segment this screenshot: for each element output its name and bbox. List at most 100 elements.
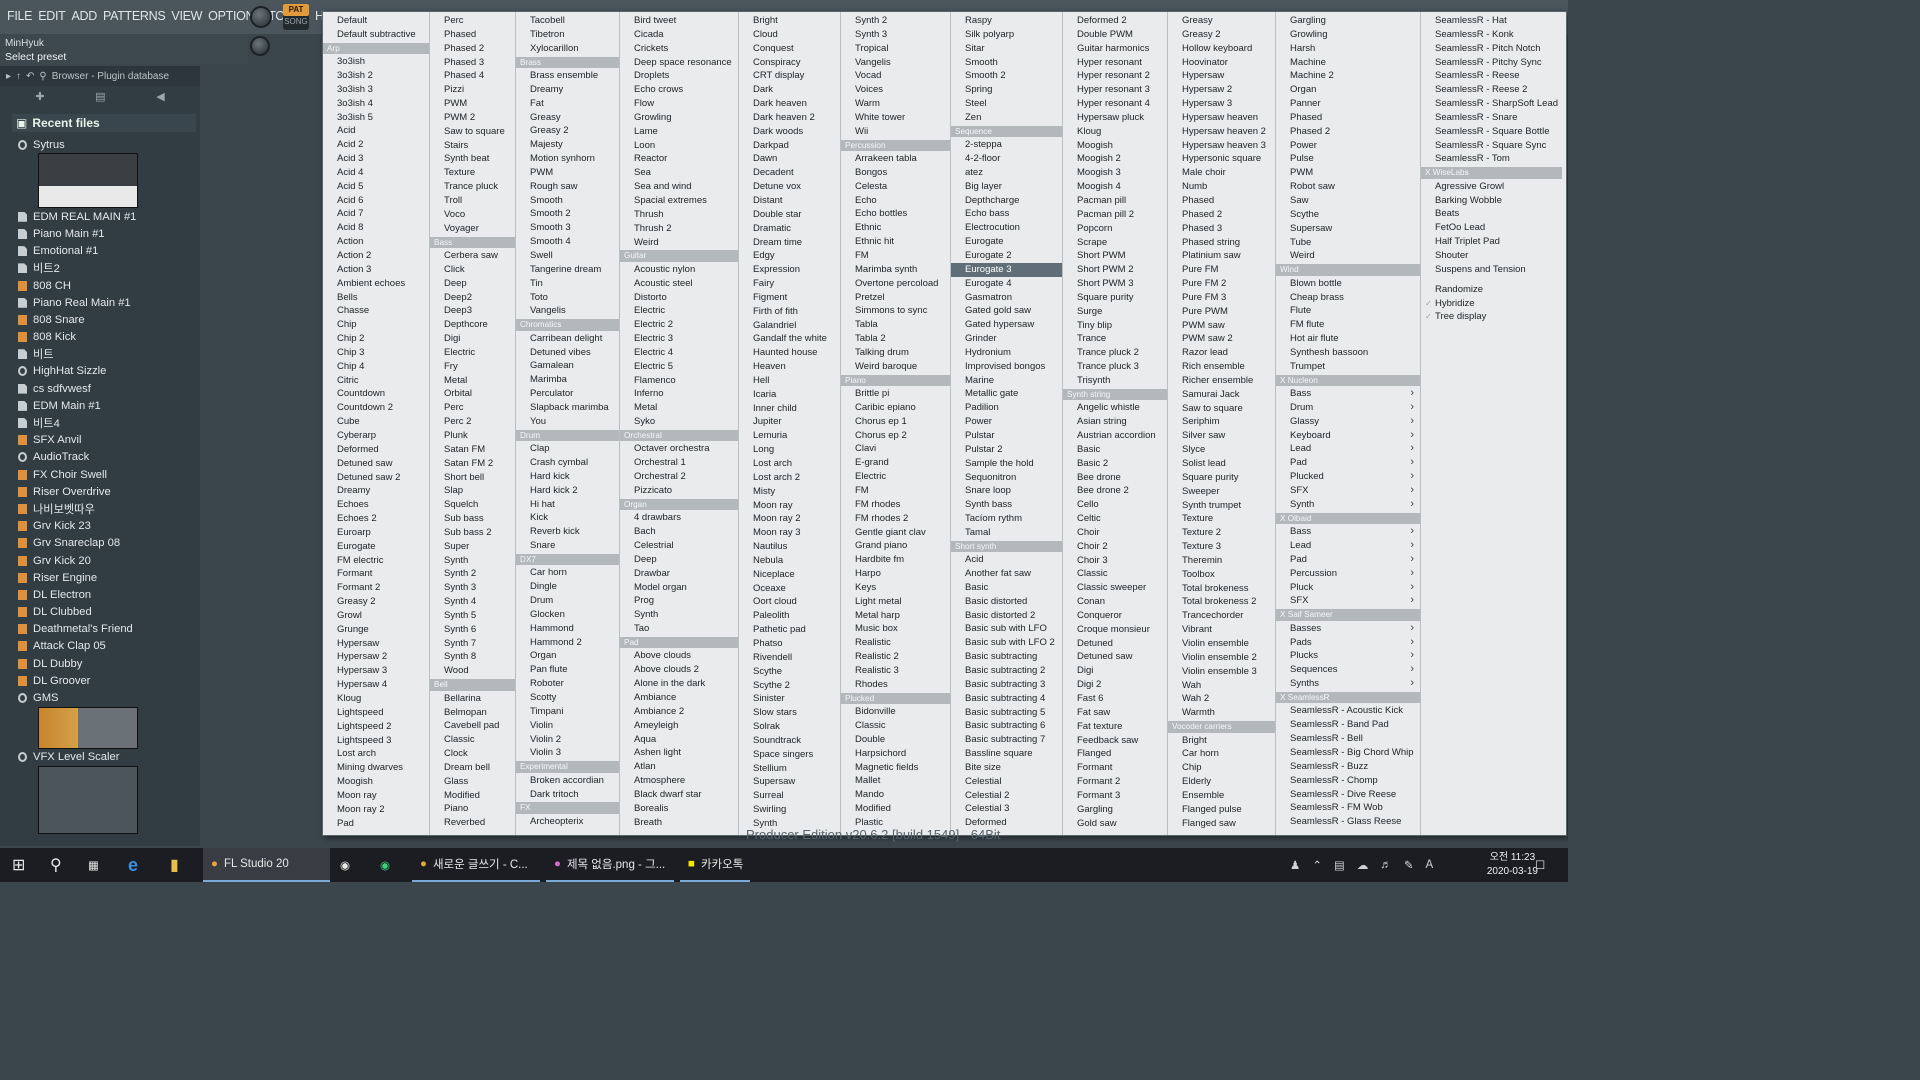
preset-menu-item[interactable]: Gated gold saw: [951, 304, 1062, 318]
preset-menu-item[interactable]: Moon ray 2: [323, 803, 429, 817]
preset-menu-item[interactable]: Greasy: [516, 111, 619, 125]
preset-submenu-item[interactable]: Pad: [1276, 456, 1420, 470]
preset-menu-item[interactable]: Majesty: [516, 138, 619, 152]
preset-menu-item[interactable]: Black dwarf star: [620, 788, 738, 802]
preset-menu-item[interactable]: 4 drawbars: [620, 511, 738, 525]
preset-menu-item[interactable]: Trance pluck 3: [1063, 360, 1167, 374]
preset-menu-item[interactable]: Hypersaw: [323, 637, 429, 651]
preset-menu-item[interactable]: Fat: [516, 97, 619, 111]
steam-button[interactable]: ◉: [340, 848, 350, 882]
preset-menu-item[interactable]: Galandriel: [739, 319, 840, 333]
preset-menu-item[interactable]: Electric 2: [620, 318, 738, 332]
preset-menu-item[interactable]: Pure FM 3: [1168, 291, 1275, 305]
preset-menu-item[interactable]: Tao: [620, 622, 738, 636]
preset-menu-item[interactable]: Acid 2: [323, 138, 429, 152]
preset-menu-item[interactable]: Caribic epiano: [841, 401, 950, 415]
preset-menu-item[interactable]: Flute: [1276, 304, 1420, 318]
preset-menu-item[interactable]: Beats: [1421, 207, 1562, 221]
preset-menu-item[interactable]: SeamlessR - Big Chord Whip: [1276, 746, 1420, 760]
start-button[interactable]: ⊞: [12, 848, 25, 882]
preset-menu-item[interactable]: Satan FM 2: [430, 457, 515, 471]
preset-menu-item[interactable]: Phased 4: [430, 69, 515, 83]
preset-menu-item[interactable]: Model organ: [620, 581, 738, 595]
preset-menu-item[interactable]: Firth of fith: [739, 305, 840, 319]
preset-menu-item[interactable]: Modified: [841, 802, 950, 816]
preset-menu-item[interactable]: Double: [841, 733, 950, 747]
preset-menu-item[interactable]: Saw to square: [430, 125, 515, 139]
preset-menu-item[interactable]: Broken accordian: [516, 774, 619, 788]
preset-menu-item[interactable]: Harsh: [1276, 42, 1420, 56]
preset-menu-item[interactable]: Pulstar 2: [951, 443, 1062, 457]
preset-menu-item[interactable]: Magnetic fields: [841, 761, 950, 775]
preset-menu-item[interactable]: Figment: [739, 291, 840, 305]
preset-menu-item[interactable]: Synth 6: [430, 623, 515, 637]
preset-menu-item[interactable]: Tropical: [841, 42, 950, 56]
preset-menu-item[interactable]: Distant: [739, 194, 840, 208]
preset-menu-item[interactable]: Basic subtracting 5: [951, 706, 1062, 720]
preset-menu-item[interactable]: SeamlessR - Glass Reese: [1276, 815, 1420, 829]
preset-menu-item[interactable]: Flanged pulse: [1168, 803, 1275, 817]
preset-menu-item[interactable]: Light metal: [841, 595, 950, 609]
preset-menu-item[interactable]: Violin: [516, 719, 619, 733]
preset-menu-item[interactable]: Cube: [323, 415, 429, 429]
preset-menu-item[interactable]: Mallet: [841, 774, 950, 788]
preset-menu-item[interactable]: Dingle: [516, 580, 619, 594]
preset-menu-item[interactable]: Lost arch: [323, 747, 429, 761]
preset-menu-item[interactable]: Perc: [430, 401, 515, 415]
preset-menu-item[interactable]: Digi: [1063, 664, 1167, 678]
preset-menu-item[interactable]: Trancechorder: [1168, 609, 1275, 623]
recent-file-item[interactable]: 808 CH: [0, 277, 200, 294]
preset-menu-item[interactable]: Short PWM 2: [1063, 263, 1167, 277]
taskbar-app-paint[interactable]: ● 제목 없음.png - 그...: [546, 848, 674, 882]
preset-menu-item[interactable]: Basic: [951, 581, 1062, 595]
preset-menu-item[interactable]: Xylocarillon: [516, 42, 619, 56]
preset-menu-item[interactable]: Scythe: [739, 665, 840, 679]
preset-menu-item[interactable]: PWM: [1276, 166, 1420, 180]
preset-menu-item[interactable]: SeamlessR - Square Bottle: [1421, 125, 1562, 139]
preset-menu-item[interactable]: Classic: [841, 719, 950, 733]
preset-menu-item[interactable]: Pure PWM: [1168, 305, 1275, 319]
preset-submenu-item[interactable]: Synths: [1276, 677, 1420, 691]
preset-menu-item[interactable]: Popcorn: [1063, 222, 1167, 236]
preset-menu-item[interactable]: Inner child: [739, 402, 840, 416]
preset-menu-item[interactable]: Marine: [951, 374, 1062, 388]
preset-menu-item[interactable]: Reverb kick: [516, 525, 619, 539]
recent-file-item[interactable]: EDM REAL MAIN #1: [0, 208, 200, 225]
preset-menu-item[interactable]: Swirling: [739, 803, 840, 817]
preset-menu-item[interactable]: Greasy 2: [1168, 28, 1275, 42]
preset-menu-item[interactable]: Ambiance: [620, 691, 738, 705]
preset-submenu-item[interactable]: Sequences: [1276, 663, 1420, 677]
preset-menu-item[interactable]: Tibetron: [516, 28, 619, 42]
preset-menu-item[interactable]: Organ: [516, 649, 619, 663]
preset-menu-item[interactable]: Detuned: [1063, 637, 1167, 651]
taskbar-app-kakaotalk[interactable]: ■ 카카오톡: [680, 848, 750, 882]
preset-menu-item[interactable]: Trumpet: [1276, 360, 1420, 374]
preset-menu-item[interactable]: Square purity: [1168, 471, 1275, 485]
network-icon[interactable]: ▤: [1334, 858, 1345, 872]
preset-menu-item[interactable]: SeamlessR - Acoustic Kick: [1276, 704, 1420, 718]
chevron-up-icon[interactable]: ⌃: [1312, 858, 1322, 872]
preset-menu-item[interactable]: Cello: [1063, 498, 1167, 512]
preset-menu-item[interactable]: Basic subtracting 2: [951, 664, 1062, 678]
preset-menu-item[interactable]: Texture 3: [1168, 540, 1275, 554]
preset-menu-item[interactable]: Deformed 2: [1063, 14, 1167, 28]
preset-submenu-item[interactable]: Plucked: [1276, 470, 1420, 484]
preset-submenu-item[interactable]: Pads: [1276, 636, 1420, 650]
preset-menu-item[interactable]: Pulstar: [951, 429, 1062, 443]
preset-menu-item[interactable]: Basic: [1063, 443, 1167, 457]
recent-file-item[interactable]: 비트2: [0, 260, 200, 277]
preset-menu-item[interactable]: Detune vox: [739, 180, 840, 194]
preset-menu-item[interactable]: Synthesh bassoon: [1276, 346, 1420, 360]
preset-menu-item[interactable]: Talking drum: [841, 346, 950, 360]
preset-menu-item[interactable]: Acid 4: [323, 166, 429, 180]
recent-file-item[interactable]: 808 Kick: [0, 329, 200, 346]
preset-menu-item[interactable]: Deep2: [430, 291, 515, 305]
preset-menu-item[interactable]: Lemuria: [739, 429, 840, 443]
preset-menu-item[interactable]: Rivendell: [739, 651, 840, 665]
preset-menu-item[interactable]: Violin 2: [516, 733, 619, 747]
preset-menu-item[interactable]: Prog: [620, 594, 738, 608]
preset-menu-item[interactable]: Synth: [430, 554, 515, 568]
preset-menu-item[interactable]: Razor lead: [1168, 346, 1275, 360]
preset-menu-item[interactable]: Inferno: [620, 387, 738, 401]
preset-menu-item[interactable]: CRT display: [739, 69, 840, 83]
